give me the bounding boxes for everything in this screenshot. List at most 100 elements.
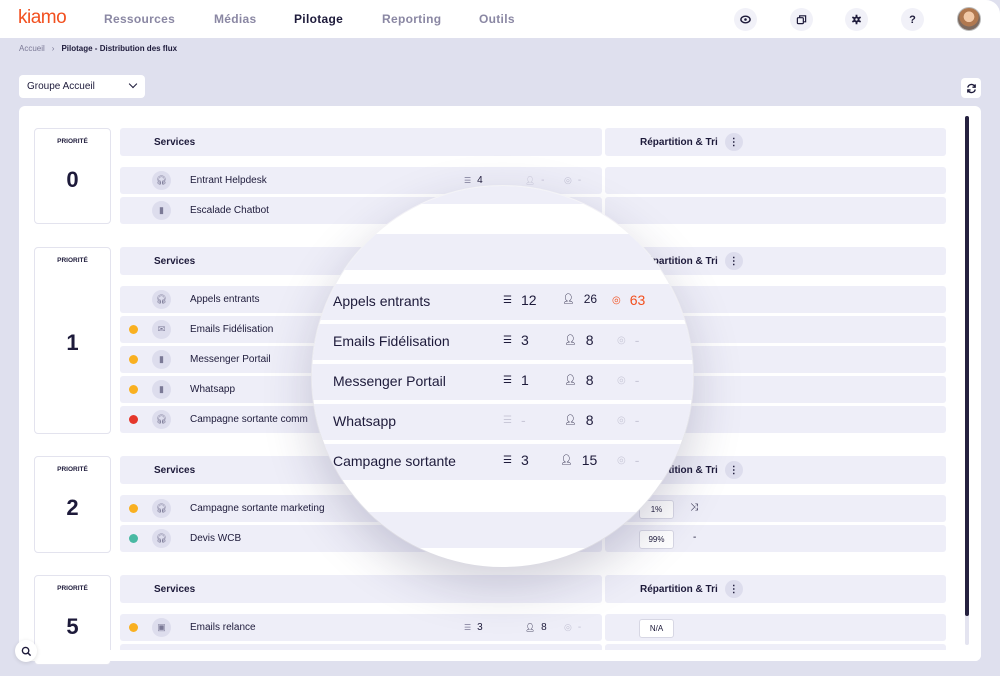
status-dot-orange [129, 325, 138, 334]
folder-plus-icon: ▣ [152, 618, 171, 637]
kebab-icon: ⋮ [728, 136, 739, 148]
list-icon: ☰ [464, 623, 472, 632]
magnifier-sla: ◎ - [617, 452, 639, 468]
user-avatar[interactable] [957, 7, 981, 31]
settings-button[interactable] [845, 8, 868, 31]
services-header-label: Services [154, 136, 196, 148]
sla-value: - [634, 332, 640, 348]
priority-label: PRIORITÉ [57, 585, 88, 592]
service-row[interactable]: ▣ Emails relance ☰ 3 👤︎ 8 ◎ - [120, 614, 602, 641]
priority-number: 1 [66, 330, 79, 355]
agents-count: 26 [583, 292, 598, 306]
agents-metric: 👤︎ 8 [525, 622, 547, 633]
magnifier-agents: 👤︎ 15 [560, 452, 597, 468]
service-name: Devis WCB [190, 533, 242, 544]
nav-pilotage[interactable]: Pilotage [294, 12, 343, 26]
magnifier-row: Whatsapp ☰ - 👤︎ 8 ◎ - [312, 404, 693, 440]
breadcrumb-separator: › [51, 44, 55, 53]
magnifier-service-name: Whatsapp [333, 413, 397, 429]
nav-ressources[interactable]: Ressources [104, 12, 175, 26]
status-dot-orange [129, 623, 138, 632]
more-options-button[interactable]: ⋮ [724, 133, 743, 151]
magnifier-service-name: Campagne sortante [333, 453, 456, 469]
agents-metric: 👤︎ - [525, 175, 545, 186]
magnifier-agents: 👤︎ 8 [564, 332, 594, 348]
queue-count: 12 [520, 292, 537, 308]
user-icon: 👤︎ [564, 334, 577, 346]
queue-metric: ☰ 4 [464, 175, 483, 186]
eye-button[interactable] [734, 8, 757, 31]
sla-value: 63 [629, 292, 646, 308]
nav-reporting[interactable]: Reporting [382, 12, 441, 26]
magnifier-sla: ◎ - [617, 372, 639, 388]
refresh-button[interactable] [961, 78, 981, 98]
panel-bottom-edge [19, 650, 981, 661]
list-icon: ☰ [503, 334, 512, 346]
magnifier-row: Campagne sortante ☰ 3 👤︎ 15 ◎ - [312, 444, 693, 480]
services-header-label: Services [154, 464, 196, 476]
help-button[interactable]: ? [901, 8, 924, 31]
priority-label: PRIORITÉ [57, 257, 88, 264]
breadcrumb-home[interactable]: Accueil [19, 44, 45, 53]
list-icon: ☰ [503, 374, 512, 386]
user-icon: 👤︎ [562, 293, 575, 305]
magnifier-service-name: Emails Fidélisation [333, 333, 450, 349]
check-circle-icon: ◎ [617, 414, 626, 426]
queue-count: 4 [477, 175, 483, 186]
status-dot-orange [129, 504, 138, 513]
agents-count: 8 [585, 412, 594, 428]
kebab-icon: ⋮ [728, 583, 739, 595]
magnifier-row: Messenger Portail ☰ 1 👤︎ 8 ◎ - [312, 364, 693, 400]
search-button[interactable] [15, 640, 37, 662]
magnifier-sla: ◎ - [617, 332, 639, 348]
magnifier-service-name: Appels entrants [333, 293, 431, 309]
sla-value: - [577, 175, 582, 186]
sla-value: - [634, 372, 640, 388]
status-dot-red [129, 415, 138, 424]
priority-card-2: PRIORITÉ 2 [34, 456, 111, 553]
magnifier-band [312, 186, 693, 204]
magnifier-lens: Appels entrants ☰ 12 👤︎ 26 ◎ 63 Emails Fidé… [312, 186, 693, 567]
service-name: Emails relance [190, 622, 256, 633]
repartition-header: Répartition & Tri ⋮ [605, 128, 946, 156]
queue-count: - [520, 412, 526, 428]
windows-button[interactable] [790, 8, 813, 31]
share-input[interactable]: N/A [639, 619, 674, 638]
sort-value: - [693, 532, 697, 543]
repartition-row: N/A [605, 614, 946, 641]
more-options-button[interactable]: ⋮ [724, 252, 743, 270]
kiamo-logo[interactable]: kiamo [18, 7, 67, 29]
headset-icon: 🎧︎ [152, 529, 171, 548]
nav-medias[interactable]: Médias [214, 12, 256, 26]
queue-count: 3 [520, 452, 529, 468]
help-icon: ? [909, 13, 916, 26]
agents-count: 8 [541, 622, 547, 633]
magnifier-queue: ☰ 1 [503, 372, 529, 388]
headset-icon: 🎧︎ [152, 290, 171, 309]
nav-outils[interactable]: Outils [479, 12, 515, 26]
magnifier-agents: 👤︎ 8 [564, 412, 594, 428]
check-circle-icon: ◎ [617, 334, 626, 346]
magnifier-queue: ☰ 12 [503, 292, 537, 308]
mail-icon: ✉ [152, 320, 171, 339]
magnifier-agents: 👤︎ 26 [562, 292, 597, 306]
magnifier-sla: ◎ - [617, 412, 639, 428]
breadcrumb-current: Pilotage - Distribution des flux [61, 44, 178, 53]
more-options-button[interactable]: ⋮ [724, 461, 743, 479]
user-icon: 👤︎ [525, 623, 536, 632]
agents-count: - [541, 175, 545, 186]
list-icon: ☰ [503, 294, 512, 306]
repartition-header-label: Répartition & Tri [640, 583, 718, 595]
agents-count: 15 [581, 452, 598, 468]
refresh-icon [966, 83, 976, 93]
more-options-button[interactable]: ⋮ [724, 580, 743, 598]
group-select[interactable]: Groupe Accueil [19, 75, 145, 98]
scrollbar-thumb[interactable] [965, 116, 969, 616]
eye-icon [740, 15, 751, 24]
windows-icon [796, 15, 807, 25]
check-circle-icon: ◎ [564, 175, 572, 185]
list-icon: ☰ [503, 414, 512, 426]
sla-metric: ◎ - [564, 622, 581, 633]
services-header: Services [120, 128, 602, 156]
queue-metric: ☰ 3 [464, 622, 483, 633]
